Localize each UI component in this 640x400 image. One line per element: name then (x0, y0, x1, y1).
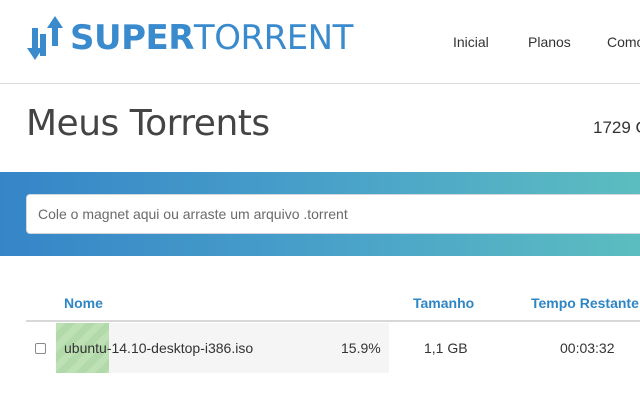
brand-wordmark: SUPERTORRENT (70, 16, 353, 60)
column-header-size[interactable]: Tamanho (413, 295, 474, 311)
magnet-input[interactable] (26, 194, 640, 234)
storage-count: 1729 GB (593, 118, 640, 137)
column-header-time-remaining[interactable]: Tempo Restante (531, 295, 639, 311)
brand-name-light: TORRENT (193, 18, 353, 58)
nav-item-como[interactable]: Como (607, 34, 640, 50)
brand-name-bold: SUPER (70, 18, 194, 58)
nav-item-inicial[interactable]: Inicial (453, 34, 489, 50)
progress-percent: 15.9% (341, 340, 381, 356)
brand-logo[interactable]: SUPERTORRENT (26, 16, 353, 60)
page-title: Meus Torrents (26, 103, 270, 144)
torrent-size: 1,1 GB (424, 340, 468, 356)
row-checkbox[interactable] (35, 343, 46, 354)
updown-arrows-icon (27, 16, 63, 60)
nav-item-planos[interactable]: Planos (528, 34, 571, 50)
torrent-file-name[interactable]: ubuntu-14.10-desktop-i386.iso (64, 340, 253, 356)
time-remaining: 00:03:32 (560, 340, 615, 356)
magnet-banner (0, 172, 640, 256)
table-row[interactable]: ubuntu-14.10-desktop-i386.iso 15.9% 1,1 … (0, 323, 640, 373)
top-header: SUPERTORRENT Inicial Planos Como (0, 0, 640, 84)
table-header-divider (26, 320, 640, 322)
column-header-name[interactable]: Nome (64, 295, 103, 311)
